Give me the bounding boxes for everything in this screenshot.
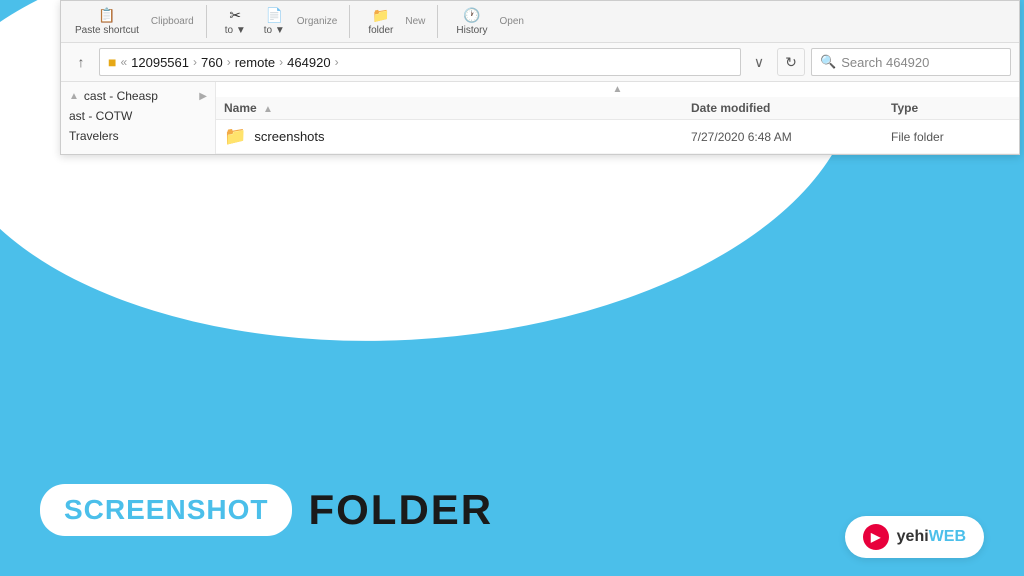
- file-date: 7/27/2020 6:48 AM: [691, 130, 891, 144]
- paste-shortcut-button[interactable]: 📋 Paste shortcut: [69, 5, 145, 38]
- nav-scroll-indicator: ▲: [69, 91, 79, 102]
- file-row-screenshots[interactable]: 📁 screenshots 7/27/2020 6:48 AM File fol…: [216, 120, 1019, 154]
- column-headers: Name ▲ Date modified Type: [216, 97, 1019, 120]
- path-separator: «: [120, 55, 127, 69]
- screenshot-badge: SCREENSHOT: [40, 484, 292, 536]
- history-label: History: [456, 25, 487, 36]
- address-path[interactable]: ■ « 12095561 › 760 › remote › 464920 ›: [99, 48, 741, 76]
- file-list: ▲ Name ▲ Date modified Type 📁 screenshot…: [216, 82, 1019, 154]
- file-folder-icon: 📁: [224, 126, 246, 147]
- col-header-type[interactable]: Type: [891, 101, 1011, 115]
- col-header-date[interactable]: Date modified: [691, 101, 891, 115]
- title-area: SCREENSHOT FOLDER: [40, 484, 984, 536]
- folder-icon: ■: [108, 54, 116, 70]
- search-box[interactable]: 🔍 Search 464920: [811, 48, 1011, 76]
- history-icon: 🕐: [463, 7, 480, 24]
- paste-icon: 📋: [98, 7, 115, 24]
- toolbar-open-section: 🕐 History Open: [450, 5, 536, 38]
- folder-text: FOLDER: [308, 486, 493, 534]
- file-name: screenshots: [254, 129, 691, 144]
- refresh-button[interactable]: ↻: [777, 48, 805, 76]
- new-folder-button[interactable]: 📁 folder: [362, 5, 399, 38]
- nav-item-0[interactable]: ▲ cast - Cheasp ▶: [61, 86, 215, 106]
- path-dropdown-button[interactable]: ∨: [747, 50, 771, 74]
- nav-scroll-right: ▶: [199, 91, 207, 102]
- left-nav: ▲ cast - Cheasp ▶ ast - COTW Travelers: [61, 82, 216, 154]
- clipboard-label: Clipboard: [151, 16, 194, 27]
- sort-arrow-top: ▲: [216, 82, 1019, 97]
- toolbar: 📋 Paste shortcut Clipboard ✂ to ▼ 📄 to ▼…: [61, 1, 1019, 43]
- copy-icon: 📄: [266, 7, 283, 24]
- paste-label: Paste shortcut: [75, 25, 139, 36]
- sort-arrow: ▲: [263, 104, 273, 115]
- history-button[interactable]: 🕐 History: [450, 5, 493, 38]
- new-folder-label: folder: [368, 25, 393, 36]
- move-to-button[interactable]: ✂ to ▼: [219, 5, 252, 38]
- path-item-2: 760: [201, 55, 223, 70]
- new-folder-icon: 📁: [372, 7, 389, 24]
- path-item-1: 12095561: [131, 55, 189, 70]
- copy-to-button[interactable]: 📄 to ▼: [258, 5, 291, 38]
- path-item-4: 464920: [287, 55, 330, 70]
- bottom-area: SCREENSHOT FOLDER: [0, 464, 1024, 576]
- explorer-window: 📋 Paste shortcut Clipboard ✂ to ▼ 📄 to ▼…: [60, 0, 1020, 155]
- new-label: New: [405, 16, 425, 27]
- open-label: Open: [500, 16, 524, 27]
- up-button[interactable]: ↑: [69, 50, 93, 74]
- search-icon: 🔍: [820, 54, 836, 70]
- toolbar-new-section: 📁 folder New: [362, 5, 438, 38]
- organize-label: Organize: [297, 16, 338, 27]
- nav-item-2[interactable]: Travelers: [61, 126, 215, 146]
- toolbar-organize-section: ✂ to ▼ 📄 to ▼ Organize: [219, 5, 351, 38]
- content-area: ▲ cast - Cheasp ▶ ast - COTW Travelers ▲…: [61, 82, 1019, 154]
- nav-item-1[interactable]: ast - COTW: [61, 106, 215, 126]
- col-header-name[interactable]: Name ▲: [224, 101, 691, 115]
- address-bar: ↑ ■ « 12095561 › 760 › remote › 464920 ›…: [61, 43, 1019, 82]
- path-item-3: remote: [235, 55, 275, 70]
- move-icon: ✂: [229, 7, 241, 24]
- toolbar-clipboard-section: 📋 Paste shortcut Clipboard: [69, 5, 207, 38]
- file-type: File folder: [891, 130, 1011, 144]
- search-placeholder: Search 464920: [841, 55, 929, 70]
